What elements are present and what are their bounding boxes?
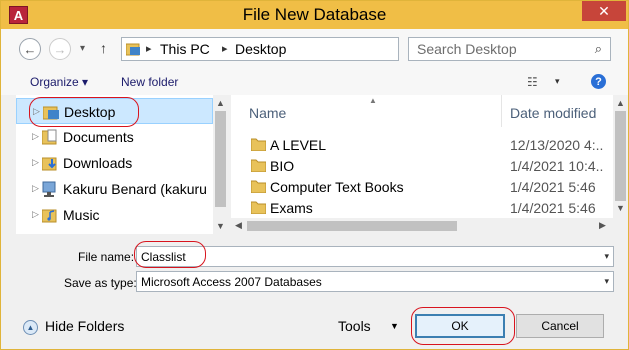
search-placeholder: Search Desktop [417, 41, 517, 57]
search-icon[interactable]: ⌕ [595, 41, 602, 57]
sort-ascending-icon: ▲ [369, 96, 377, 105]
sidebar-item-documents[interactable]: ▷ Documents [16, 124, 213, 150]
close-button[interactable]: ✕ [582, 1, 626, 21]
downloads-icon [42, 157, 57, 171]
this-pc-folder-icon [126, 43, 140, 56]
address-row: ← → ▾ ↑ ▸ This PC ▸ Desktop ▾ ↻ Search D… [1, 29, 628, 69]
file-name-dropdown-icon[interactable]: ▾ [604, 251, 609, 262]
file-new-database-dialog: A File New Database ✕ ← → ▾ ↑ ▸ This PC … [0, 0, 629, 350]
folder-icon [251, 138, 266, 151]
file-list-horizontal-scrollbar[interactable]: ◀ ▶ [231, 218, 613, 234]
new-folder-button[interactable]: New folder [121, 75, 178, 89]
tools-button[interactable]: Tools [338, 318, 371, 334]
scroll-up-icon[interactable]: ▲ [616, 98, 625, 108]
scrollbar-thumb[interactable] [615, 111, 626, 201]
cancel-button[interactable]: Cancel [516, 314, 604, 338]
sidebar-item-kakuru-benard[interactable]: ▷ Kakuru Benard (kakuru [16, 176, 213, 202]
scroll-down-icon[interactable]: ▼ [616, 203, 625, 213]
sidebar-item-label: Music [63, 207, 100, 223]
navigation-pane-scrollbar[interactable]: ▲ ▼ [213, 95, 228, 234]
sidebar-item-label: Desktop [64, 104, 116, 120]
save-as-type-dropdown-icon[interactable]: ▾ [604, 276, 609, 287]
list-item[interactable]: A LEVEL 12/13/2020 4:.. [231, 135, 613, 156]
title-bar[interactable]: A File New Database ✕ [1, 1, 628, 29]
help-icon[interactable]: ? [591, 74, 606, 89]
save-as-type-value: Microsoft Access 2007 Databases [141, 275, 322, 289]
list-item[interactable]: Exams 1/4/2021 5:46 [231, 198, 613, 219]
scroll-up-icon[interactable]: ▲ [216, 98, 225, 108]
breadcrumb-desktop[interactable]: Desktop [235, 41, 286, 57]
folder-icon [251, 159, 266, 172]
sidebar-item-label: Downloads [63, 155, 133, 171]
folder-icon [251, 201, 266, 214]
tools-dropdown-icon[interactable]: ▼ [390, 321, 399, 331]
up-arrow-button[interactable]: ↑ [100, 40, 107, 56]
sidebar-item-music[interactable]: ▷ Music [16, 202, 213, 228]
ok-button[interactable]: OK [415, 314, 505, 338]
hide-folders-button[interactable]: Hide Folders [45, 318, 124, 334]
file-name-value: Classlist [141, 250, 186, 264]
recent-locations-chevron-icon[interactable]: ▾ [80, 43, 85, 54]
expand-chevron-icon[interactable]: ▷ [32, 183, 39, 194]
desktop-folder-icon [43, 106, 59, 120]
breadcrumb-this-pc[interactable]: This PC [160, 41, 210, 57]
back-button[interactable]: ← [19, 38, 41, 60]
window-title: File New Database [242, 5, 387, 24]
folder-icon [251, 180, 266, 193]
change-view-icon[interactable]: ☷ [527, 75, 538, 89]
list-item[interactable]: BIO 1/4/2021 10:4.. [231, 156, 613, 177]
list-item[interactable]: Computer Text Books 1/4/2021 5:46 [231, 177, 613, 198]
search-input[interactable]: Search Desktop ⌕ [408, 37, 611, 61]
scrollbar-thumb[interactable] [215, 111, 226, 207]
sidebar-item-downloads[interactable]: ▷ Downloads [16, 150, 213, 176]
save-as-type-label: Save as type: [64, 276, 137, 290]
expand-chevron-icon[interactable]: ▷ [32, 157, 39, 168]
expand-chevron-icon[interactable]: ▷ [33, 106, 40, 117]
command-toolbar: Organize ▾ New folder ☷ ▾ ? [1, 69, 628, 95]
sidebar-item-label: Documents [63, 129, 134, 145]
file-list: ▲ Name Date modified A LEVEL 12/13/2020 … [231, 95, 613, 234]
view-dropdown-icon[interactable]: ▾ [555, 76, 560, 87]
scroll-right-icon[interactable]: ▶ [599, 220, 606, 231]
file-list-scrollbar[interactable]: ▲ ▼ [613, 95, 628, 234]
address-bar[interactable]: ▸ This PC ▸ Desktop ▾ ↻ [121, 37, 506, 61]
navigation-pane: ▷ Desktop ▷ Documents ▷ Downloads ▷ Kaku… [16, 95, 228, 234]
scroll-left-icon[interactable]: ◀ [235, 220, 242, 231]
organize-button[interactable]: Organize ▾ [30, 75, 88, 89]
file-name-field[interactable]: Classlist ▾ [136, 246, 614, 267]
expand-chevron-icon[interactable]: ▷ [32, 131, 39, 142]
scrollbar-thumb[interactable] [247, 221, 457, 231]
sidebar-item-label: Kakuru Benard (kakuru [63, 181, 207, 197]
network-user-icon [42, 181, 56, 197]
forward-button[interactable]: → [49, 38, 71, 60]
scroll-down-icon[interactable]: ▼ [216, 221, 225, 231]
sidebar-item-desktop[interactable]: ▷ Desktop [16, 98, 213, 124]
documents-icon [42, 129, 57, 145]
file-name-label: File name: [78, 250, 135, 264]
expand-chevron-icon[interactable]: ▷ [32, 209, 39, 220]
music-icon [42, 209, 57, 223]
collapse-up-icon[interactable]: ▲ [23, 320, 38, 335]
column-header-name[interactable]: Name [249, 105, 286, 121]
column-header-date-modified[interactable]: Date modified [510, 105, 596, 121]
save-as-type-select[interactable]: Microsoft Access 2007 Databases ▾ [136, 271, 614, 292]
